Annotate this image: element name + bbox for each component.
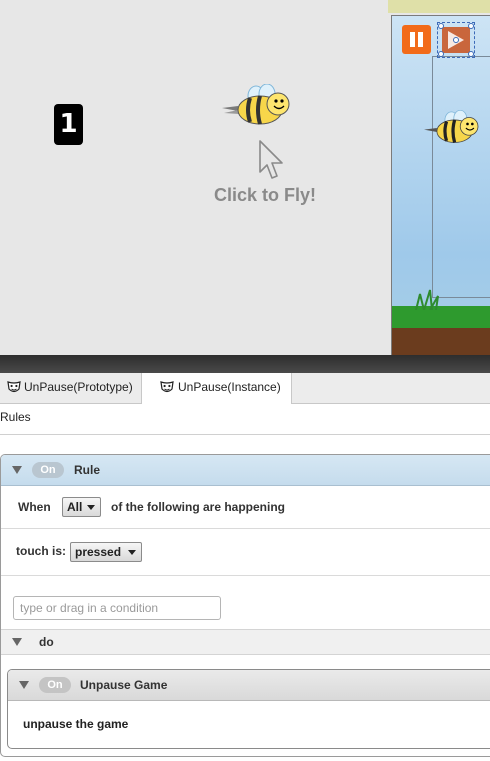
- behavior-description: unpause the game: [23, 717, 129, 731]
- camera-frame: [432, 56, 490, 298]
- bee-icon: [424, 110, 479, 143]
- tab-label: UnPause(Prototype): [24, 380, 133, 394]
- play-button[interactable]: [437, 22, 475, 58]
- rule-on-toggle[interactable]: On: [32, 462, 64, 478]
- panel-divider[interactable]: [0, 355, 490, 373]
- theater-mask-icon: [160, 381, 174, 393]
- pause-bar-icon: [418, 32, 423, 47]
- section-divider: [0, 434, 490, 435]
- behavior-block: On Unpause Game unpause the game: [7, 669, 490, 749]
- click-to-fly-label: Click to Fly!: [213, 185, 316, 205]
- score-counter: 1: [54, 104, 83, 145]
- touch-state-select[interactable]: pressed: [70, 542, 142, 562]
- chevron-down-icon: [87, 505, 95, 510]
- tab-label: UnPause(Instance): [178, 380, 281, 394]
- game-preview[interactable]: 1 Click to Fly!: [0, 0, 490, 355]
- rule-title: Rule: [74, 463, 101, 477]
- match-mode-select[interactable]: All: [62, 497, 101, 517]
- when-suffix: of the following are happening: [111, 500, 285, 514]
- tab-unpause-prototype[interactable]: UnPause(Prototype): [0, 373, 142, 403]
- behavior-header[interactable]: On Unpause Game: [8, 670, 490, 701]
- cursor-icon: [259, 140, 283, 179]
- condition-label: touch is:: [16, 544, 66, 558]
- tab-unpause-instance[interactable]: UnPause(Instance): [142, 373, 292, 404]
- rule-header[interactable]: On Rule: [1, 455, 490, 486]
- scene-toolbar-strip: [388, 0, 490, 13]
- theater-mask-icon: [7, 381, 21, 393]
- ground-terrain: [392, 289, 490, 355]
- pause-button[interactable]: [402, 25, 431, 54]
- do-section-header[interactable]: do: [1, 629, 490, 655]
- rules-section-label: Rules: [0, 410, 31, 424]
- pause-bar-icon: [410, 32, 415, 47]
- rule-container: On Rule When All of the following are ha…: [0, 454, 490, 757]
- chevron-down-icon: [128, 550, 136, 555]
- behavior-on-toggle[interactable]: On: [39, 677, 71, 693]
- condition-row: touch is: pressed: [1, 528, 490, 576]
- collapse-triangle-icon[interactable]: [12, 638, 22, 646]
- collapse-triangle-icon[interactable]: [12, 466, 22, 474]
- select-value: All: [67, 500, 83, 514]
- when-prefix: When: [18, 500, 51, 514]
- do-label: do: [39, 635, 54, 649]
- grass-tuft-icon: [415, 289, 439, 310]
- scene-thumbnail[interactable]: [391, 15, 490, 355]
- behavior-title: Unpause Game: [80, 678, 168, 692]
- collapse-triangle-icon[interactable]: [19, 681, 29, 689]
- bee-icon: [222, 84, 290, 125]
- when-row: When All of the following are happening: [1, 485, 490, 529]
- select-value: pressed: [75, 545, 122, 559]
- condition-input[interactable]: [13, 596, 221, 620]
- tab-bar: UnPause(Prototype) UnPause(Instance): [0, 373, 490, 404]
